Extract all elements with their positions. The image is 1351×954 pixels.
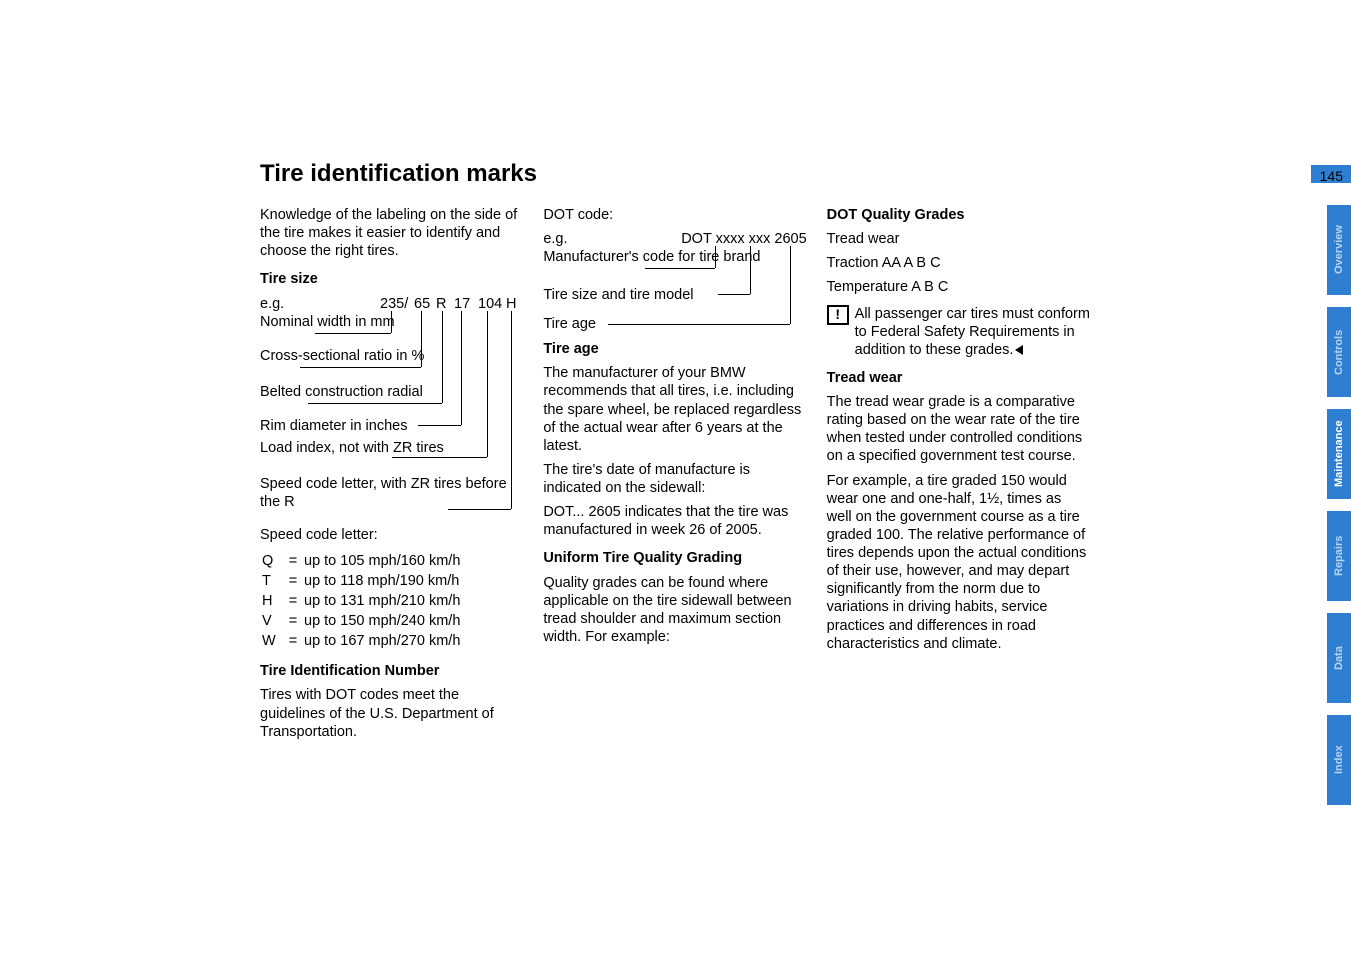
tire-age-p1: The manufacturer of your BMW recommends … (543, 364, 806, 455)
tab-controls[interactable]: Controls (1327, 307, 1351, 397)
column-3: DOT Quality Grades Tread wear Traction A… (827, 206, 1090, 747)
part-104: 104 (478, 295, 502, 313)
tire-age-heading: Tire age (543, 340, 806, 358)
table-row: V=up to 150 mph/240 km/h (262, 612, 460, 630)
table-row: T=up to 118 mph/190 km/h (262, 572, 460, 590)
dot-heading: DOT code: (543, 206, 806, 224)
utqg-body: Quality grades can be found where applic… (543, 574, 806, 647)
dot-example: DOT xxxx xxx 2605 (681, 230, 806, 248)
tab-index[interactable]: Index (1327, 715, 1351, 805)
tab-data[interactable]: Data (1327, 613, 1351, 703)
warning-box: ! All passenger car tires must conform t… (827, 305, 1090, 359)
dqg-l2: Traction AA A B C (827, 254, 1090, 272)
tab-overview[interactable]: Overview (1327, 205, 1351, 295)
tire-size-diagram: e.g. 235/ 65 R 17 104 H Nominal width in… (260, 295, 523, 520)
table-row: H=up to 131 mph/210 km/h (262, 592, 460, 610)
side-tabs: Overview Controls Maintenance Repairs Da… (1327, 205, 1351, 817)
tin-heading: Tire Identification Number (260, 662, 523, 680)
part-17: 17 (454, 295, 470, 313)
lbl-belted: Belted construction radial (260, 383, 423, 401)
dot-diagram: e.g. DOT xxxx xxx 2605 Manufacturer's co… (543, 230, 806, 330)
lbl-csr: Cross-sectional ratio in % (260, 347, 424, 365)
dqg-l3: Temperature A B C (827, 278, 1090, 296)
lbl-nominal: Nominal width in mm (260, 313, 395, 331)
tin-body: Tires with DOT codes meet the guidelines… (260, 686, 523, 740)
page-number: 145 (1320, 168, 1343, 184)
tread-wear-heading: Tread wear (827, 369, 1090, 387)
tread-wear-p2: For example, a tire graded 150 would wea… (827, 472, 1090, 653)
part-65: 65 (414, 295, 430, 313)
dqg-heading: DOT Quality Grades (827, 206, 1090, 224)
table-row: Q=up to 105 mph/160 km/h (262, 552, 460, 570)
tire-size-eg: e.g. (260, 295, 284, 313)
lbl-rim: Rim diameter in inches (260, 417, 407, 435)
warning-icon: ! (827, 305, 849, 325)
tread-wear-p1: The tread wear grade is a comparative ra… (827, 393, 1090, 466)
speed-code-intro: Speed code letter: (260, 526, 523, 544)
lbl-load: Load index, not with ZR tires (260, 439, 444, 457)
table-row: W=up to 167 mph/270 km/h (262, 632, 460, 650)
tire-size-heading: Tire size (260, 270, 523, 288)
dot-eg: e.g. (543, 230, 567, 248)
intro-text: Knowledge of the labeling on the side of… (260, 206, 523, 260)
page-title: Tire identification marks (260, 160, 1090, 188)
utqg-heading: Uniform Tire Quality Grading (543, 549, 806, 567)
back-arrow-icon (1015, 345, 1023, 355)
speed-code-table: Q=up to 105 mph/160 km/h T=up to 118 mph… (260, 550, 462, 653)
tire-age-p3: DOT... 2605 indicates that the tire was … (543, 503, 806, 539)
lbl-age: Tire age (543, 315, 596, 333)
warning-text: All passenger car tires must conform to … (855, 306, 1090, 358)
lbl-speed: Speed code letter, with ZR tires before … (260, 475, 523, 511)
tab-repairs[interactable]: Repairs (1327, 511, 1351, 601)
tire-age-p2: The tire's date of manufacture is indica… (543, 461, 806, 497)
dqg-l1: Tread wear (827, 230, 1090, 248)
tab-maintenance[interactable]: Maintenance (1327, 409, 1351, 499)
column-2: DOT code: e.g. DOT xxxx xxx 2605 Manufac… (543, 206, 806, 747)
lbl-mfr: Manufacturer's code for tire brand (543, 248, 760, 266)
part-235: 235/ (380, 295, 408, 313)
lbl-tsize: Tire size and tire model (543, 286, 693, 304)
page-content: Tire identification marks Knowledge of t… (260, 160, 1090, 747)
column-1: Knowledge of the labeling on the side of… (260, 206, 523, 747)
